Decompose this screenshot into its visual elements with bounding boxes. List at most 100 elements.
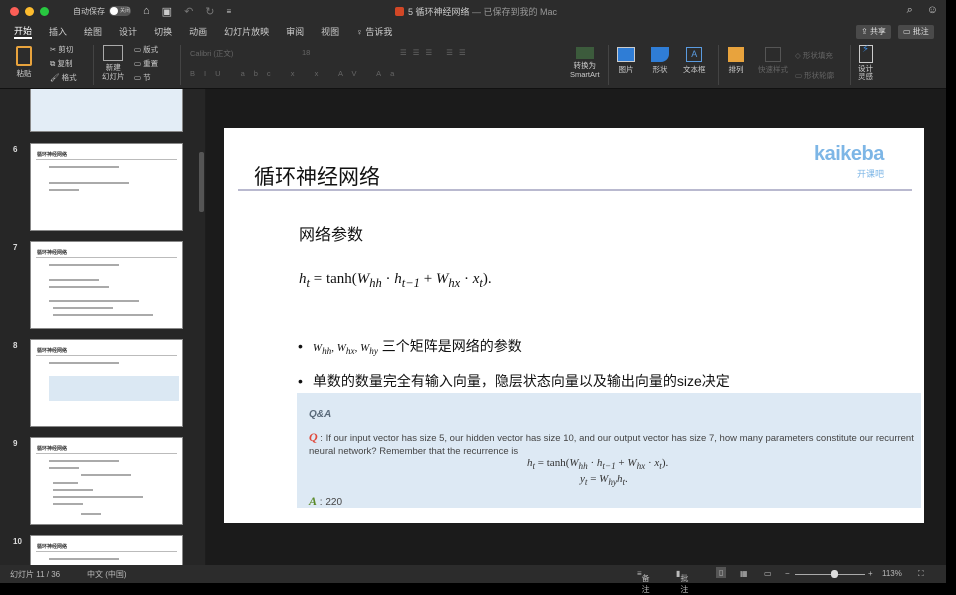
slide-thumbnail-6[interactable]: 循环神经网络 [30,143,183,231]
slide-thumbnail-7[interactable]: 循环神经网络 [30,241,183,329]
qa-box[interactable]: Q&A Q : If our input vector has size 5, … [297,393,921,508]
copy-label: 复制 [57,59,73,68]
slide-thumbnail-9[interactable]: 循环神经网络 [30,437,183,525]
save-icon[interactable]: ▣ [162,5,172,18]
bullet-text: 三个矩阵是网络的参数 [381,338,522,354]
current-slide[interactable]: 循环神经网络 kaikeba 开课吧 网络参数 ht = tanh(Whh · … [224,128,924,523]
tab-view[interactable]: 视图 [321,25,339,38]
arrange-button[interactable]: 排列 [728,47,744,75]
language-indicator[interactable]: 中文 (中国) [87,569,127,580]
shape-outline-button[interactable]: ▭ 形状轮廓 [795,70,834,81]
section-button[interactable]: ▭ 节 [134,72,151,83]
thumbnail-title: 循环神经网络 [37,152,68,158]
notes-button[interactable]: ≡ 备注 [637,569,650,594]
convert-smartart-button[interactable]: 转换为 SmartArt [570,47,600,79]
tab-design[interactable]: 设计 [119,25,137,38]
tab-animations[interactable]: 动画 [189,25,207,38]
slide-number: 7 [13,243,18,252]
recurrence-formula: ht = tanh(Whh · ht−1 + Whx · xt). [299,271,492,290]
fit-to-window-icon[interactable]: ⛶ [918,569,924,579]
autosave-label: 自动保存 [73,6,105,16]
tab-transitions[interactable]: 切换 [154,25,172,38]
shape-button[interactable]: 形状 [651,47,669,75]
reading-view-icon[interactable]: ▭ [764,569,772,578]
format-painter-button[interactable]: 🖌 格式 [50,72,77,83]
customize-toolbar-icon[interactable]: ≡ [227,7,232,16]
tab-insert[interactable]: 插入 [49,25,67,38]
thumbnail-title: 循环神经网络 [37,446,68,452]
quick-styles-button[interactable]: 快速样式 [758,47,788,75]
slide-sorter-icon[interactable]: ▦ [740,569,748,578]
paste-button[interactable]: 粘贴 [16,46,32,79]
thumbnail-scrollbar[interactable] [199,152,204,212]
tab-slideshow[interactable]: 幻灯片放映 [224,25,269,38]
undo-icon[interactable]: ↶ [184,5,193,18]
status-bar: 幻灯片 11 / 36 中文 (中国) ≡ 备注 ▮ 批注 ▯ ▦ ▭ − + … [0,565,946,594]
search-icon[interactable]: ⌕ [907,4,913,17]
ribbon: 粘贴 ✂ 剪切 ⧉ 复制 🖌 格式 新建 幻灯片 ▭ 版式 ▭ 重置 ▭ 节 C… [0,41,946,89]
bullet-size[interactable]: • 单数的数量完全有输入向量，隐层状态向量以及输出向量的size决定 [298,371,730,391]
design-ideas-icon: ⚡ [858,45,873,63]
picture-label: 图片 [618,65,634,74]
notes-label: 备注 [641,574,650,594]
zoom-in-button[interactable]: + [868,569,873,578]
copy-button[interactable]: ⧉ 复制 [50,58,72,69]
font-format-buttons[interactable]: BIU abc x x AV Aa [190,69,403,78]
zoom-slider-handle[interactable] [830,570,838,578]
design-ideas-button[interactable]: ⚡ 设计 灵感 [858,45,873,81]
shape-fill-button[interactable]: ◇ 形状填充 [795,50,833,61]
slide-thumbnail-5[interactable] [30,89,183,132]
feedback-smiley-icon[interactable]: ☺ [927,4,938,17]
slide-thumbnail-10[interactable]: 循环神经网络 [30,535,183,565]
picture-button[interactable]: 图片 [617,47,635,75]
qa-header: Q&A [309,409,332,420]
minimize-button[interactable] [25,6,34,16]
slide-thumbnail-pane: 6 循环神经网络 7 循环神经网络 8 循环神经网络 9 循环神经网络 10 循… [0,89,205,565]
arrange-label: 排列 [728,65,744,74]
redo-icon[interactable]: ↻ [205,5,214,18]
bullet-matrices[interactable]: • Whh, Whx, Why 三个矩阵是网络的参数 [298,336,522,356]
slide-number: 9 [13,439,18,448]
smartart-label: SmartArt [570,70,600,79]
autosave-toggle[interactable]: 关闭 [109,6,131,16]
comments-button[interactable]: ▭ 批注 [898,25,934,39]
normal-view-icon[interactable]: ▯ [716,567,727,578]
tab-draw[interactable]: 绘图 [84,25,102,38]
slide-number: 8 [13,341,18,350]
save-status: — 已保存到我的 Mac [472,7,558,17]
document-name: 5 循环神经网络 [408,7,470,17]
tab-home[interactable]: 开始 [14,24,33,39]
tell-me-search[interactable]: ♀ 告诉我 [356,25,392,38]
convert-label: 转换为 [573,61,597,70]
picture-icon [617,47,635,62]
shape-label: 形状 [652,65,668,74]
share-button[interactable]: ⇪ 共享 [856,25,891,39]
question: If our input vector has size 5, our hidd… [309,433,914,457]
slide-subtitle[interactable]: 网络参数 [299,221,363,245]
zoom-out-button[interactable]: − [785,569,790,578]
zoom-button[interactable] [40,6,49,16]
cut-button[interactable]: ✂ 剪切 [50,44,73,55]
cut-label: 剪切 [58,45,74,54]
layout-button[interactable]: ▭ 版式 [134,44,158,55]
font-name-select[interactable]: Calibri (正文) [190,48,290,59]
question-text: Q : If our input vector has size 5, our … [309,430,914,458]
slide-counter: 幻灯片 11 / 36 [10,570,61,579]
comments-label: 批注 [912,27,929,36]
textbox-button[interactable]: A 文本框 [683,47,706,75]
slide-title[interactable]: 循环神经网络 [254,161,380,191]
thumbnail-title: 循环神经网络 [37,348,68,354]
quick-styles-label: 快速样式 [758,65,788,74]
new-slide-button[interactable]: 新建 幻灯片 [102,45,125,81]
tab-review[interactable]: 审阅 [286,25,304,38]
smartart-icon [575,47,594,59]
home-icon[interactable]: ⌂ [143,5,150,17]
kaikeba-logo-subtitle: 开课吧 [857,169,885,179]
paragraph-buttons[interactable]: ☰☰☰ ☰☰ [400,48,472,57]
reset-button[interactable]: ▭ 重置 [134,58,158,69]
comments-status-button[interactable]: ▮ 批注 [676,569,688,594]
font-size-select[interactable]: 18 [302,48,310,57]
q-label: Q [309,430,318,444]
slide-thumbnail-8[interactable]: 循环神经网络 [30,339,183,427]
close-button[interactable] [10,6,19,16]
